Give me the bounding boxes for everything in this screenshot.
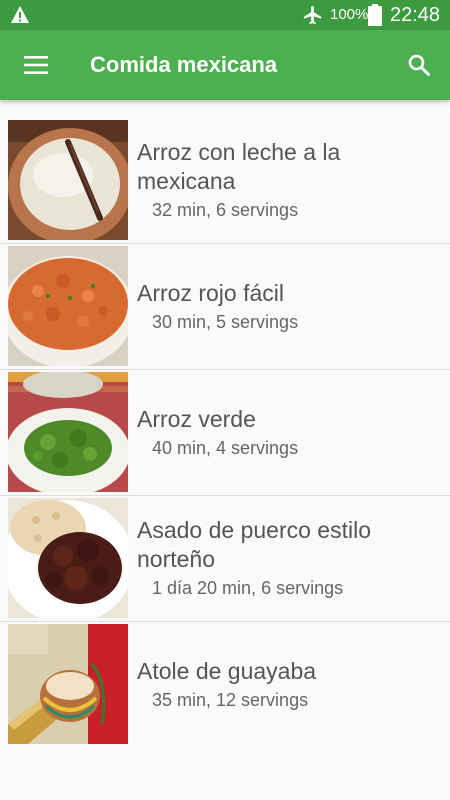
- recipe-item-arroz-rojo[interactable]: Arroz rojo fácil 30 min, 5 servings: [0, 244, 450, 370]
- search-icon: [408, 54, 430, 76]
- recipe-photo: [8, 372, 128, 492]
- app-bar: Comida mexicana: [0, 30, 450, 100]
- recipe-item-arroz-verde[interactable]: Arroz verde 40 min, 4 servings: [0, 370, 450, 496]
- recipe-photo: [8, 498, 128, 618]
- recipe-title: Asado de puerco estilo norteño: [137, 517, 371, 572]
- menu-button[interactable]: [14, 43, 58, 87]
- recipe-title: Arroz rojo fácil: [137, 279, 284, 306]
- recipe-meta: 32 min, 6 servings: [152, 200, 299, 220]
- recipe-photo: [8, 246, 128, 366]
- battery-percent: 100%: [330, 6, 369, 23]
- battery-icon: [368, 4, 382, 26]
- recipe-title: Arroz verde: [137, 405, 256, 432]
- airplane-mode-icon: [303, 5, 322, 25]
- recipe-list: Arroz con leche a la mexicana 32 min, 6 …: [0, 118, 450, 748]
- menu-icon: [24, 56, 48, 74]
- recipe-meta: 35 min, 12 servings: [152, 689, 309, 710]
- recipe-photo: [8, 624, 128, 744]
- recipe-item-atole-de-guayaba[interactable]: Atole de guayaba 35 min, 12 servings: [0, 622, 450, 748]
- status-bar: 100% 22:48: [0, 0, 450, 30]
- recipe-meta: 40 min, 4 servings: [152, 437, 299, 458]
- recipe-item-asado-de-puerco[interactable]: Asado de puerco estilo norteño 1 día 20 …: [0, 496, 450, 622]
- status-time: 22:48: [390, 4, 441, 26]
- recipe-photo: [8, 120, 128, 240]
- recipe-title: Atole de guayaba: [137, 657, 317, 684]
- recipe-meta: 1 día 20 min, 6 servings: [152, 578, 344, 598]
- page-title: Comida mexicana: [90, 52, 278, 77]
- recipe-meta: 30 min, 5 servings: [152, 311, 299, 332]
- warning-icon: [11, 6, 29, 23]
- recipe-title: Arroz con leche a la mexicana: [137, 139, 341, 194]
- recipe-item-arroz-con-leche[interactable]: Arroz con leche a la mexicana 32 min, 6 …: [0, 118, 450, 244]
- search-button[interactable]: [397, 43, 441, 87]
